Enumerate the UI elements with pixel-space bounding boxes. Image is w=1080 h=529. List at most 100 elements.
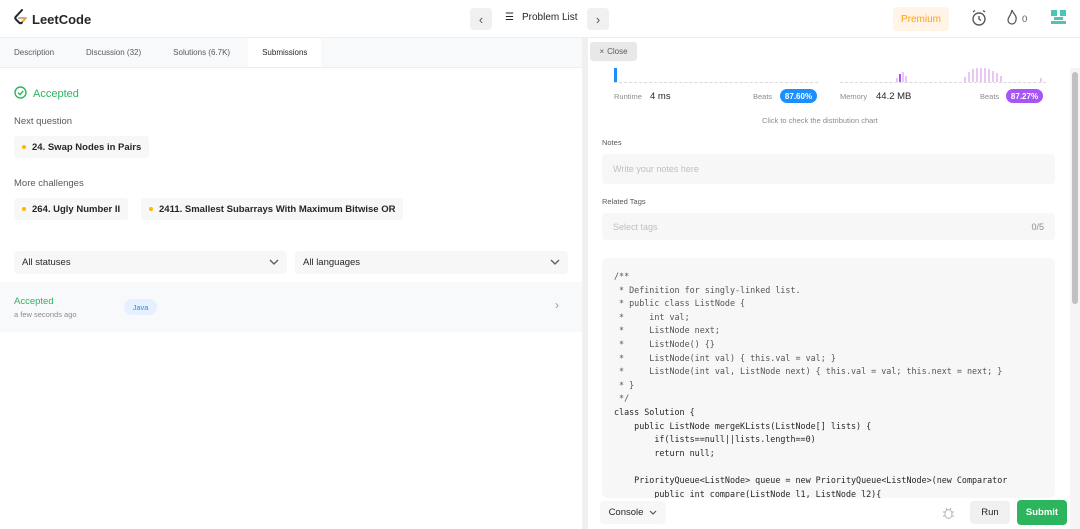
streak-count: 0 xyxy=(1022,14,1028,25)
difficulty-dot xyxy=(22,207,26,211)
memory-label: Memory xyxy=(840,92,868,101)
memory-bar xyxy=(972,69,974,82)
difficulty-dot xyxy=(149,207,153,211)
next-question-chip[interactable]: 24. Swap Nodes in Pairs xyxy=(14,136,150,158)
memory-distribution-chart[interactable] xyxy=(840,67,1046,83)
right-scrollbar[interactable] xyxy=(1070,68,1080,529)
code-line: if(lists==null||lists.length==0) xyxy=(614,434,816,445)
code-line: * } xyxy=(614,379,635,390)
next-question-title: 24. Swap Nodes in Pairs xyxy=(32,141,142,153)
memory-bar xyxy=(1040,78,1042,82)
challenge-chip[interactable]: 2411. Smallest Subarrays With Maximum Bi… xyxy=(141,198,404,220)
console-button[interactable]: Console xyxy=(600,501,666,524)
chevron-right-icon: › xyxy=(595,11,601,27)
code-line: return null; xyxy=(614,447,715,458)
code-line: * ListNode next; xyxy=(614,325,720,336)
status-filter-select[interactable]: All statuses xyxy=(14,251,287,274)
problem-list-link[interactable]: ☰ Problem List xyxy=(505,12,578,23)
premium-button[interactable]: Premium xyxy=(893,7,949,31)
memory-bar xyxy=(992,71,994,82)
tab-description[interactable]: Description xyxy=(0,38,68,67)
bug-icon[interactable] xyxy=(942,506,955,525)
submission-status: Accepted xyxy=(14,296,54,307)
close-icon: × xyxy=(599,47,605,56)
runtime-distribution-chart[interactable] xyxy=(614,67,818,83)
check-circle-icon xyxy=(14,86,27,102)
memory-value: 44.2 MB xyxy=(876,91,912,102)
memory-bar xyxy=(1000,76,1002,82)
notes-placeholder: Write your notes here xyxy=(613,164,699,174)
runtime-bar xyxy=(614,68,617,82)
challenge-chip[interactable]: 264. Ugly Number II xyxy=(14,198,129,220)
console-label: Console xyxy=(608,507,644,518)
memory-beats-badge: 87.27% xyxy=(1006,89,1043,103)
code-line: PriorityQueue<ListNode> queue = new Prio… xyxy=(614,474,1008,485)
leetcode-logo-icon xyxy=(14,9,28,30)
close-button[interactable]: × Close xyxy=(590,42,637,61)
chevron-left-icon: ‹ xyxy=(478,11,484,27)
next-question-label: Next question xyxy=(14,116,73,127)
code-line: class Solution { xyxy=(614,406,695,417)
tags-select[interactable]: Select tags 0/5 xyxy=(602,213,1055,240)
scrollbar-thumb[interactable] xyxy=(1072,72,1078,304)
code-view[interactable]: /** * Definition for singly-linked list.… xyxy=(602,258,1055,498)
memory-bar xyxy=(896,78,898,82)
memory-bar xyxy=(902,72,904,82)
memory-bar xyxy=(899,74,901,82)
challenge-title: 2411. Smallest Subarrays With Maximum Bi… xyxy=(159,203,396,215)
table-row[interactable]: Accepted a few seconds ago Java › xyxy=(0,282,582,332)
runtime-beats-badge: 87.60% xyxy=(780,89,817,103)
runtime-label: Runtime xyxy=(614,92,642,101)
tab-solutions[interactable]: Solutions (6.7K) xyxy=(159,38,244,67)
next-problem-button[interactable]: › xyxy=(587,8,609,30)
logo-text: LeetCode xyxy=(32,12,92,27)
tab-submissions[interactable]: Submissions xyxy=(248,38,322,67)
chevron-down-icon xyxy=(649,507,657,518)
language-filter-select[interactable]: All languages xyxy=(295,251,568,274)
status-filter-value: All statuses xyxy=(22,257,71,268)
code-line: /** xyxy=(614,271,630,281)
code-line: public int compare(ListNode l1, ListNode… xyxy=(614,488,882,499)
list-icon: ☰ xyxy=(505,12,514,23)
code-line: * public class ListNode { xyxy=(614,298,746,309)
challenge-title: 264. Ugly Number II xyxy=(32,203,121,215)
bottom-toolbar: Console Run Submit xyxy=(588,498,1080,529)
chevron-down-icon xyxy=(269,257,279,268)
run-button[interactable]: Run xyxy=(970,501,1010,524)
memory-bar xyxy=(905,76,907,82)
memory-bar xyxy=(976,68,978,82)
memory-bar xyxy=(996,73,998,82)
chevron-right-icon: › xyxy=(555,298,559,312)
memory-beats-label: Beats xyxy=(980,92,1000,101)
distribution-hint[interactable]: Click to check the distribution chart xyxy=(762,116,878,125)
memory-bar xyxy=(964,77,966,82)
memory-bar xyxy=(980,68,982,82)
language-filter-value: All languages xyxy=(303,257,361,268)
tags-placeholder: Select tags xyxy=(613,221,658,232)
memory-bar xyxy=(988,69,990,82)
chevron-down-icon xyxy=(550,257,560,268)
left-pane: Description Discussion (32) Solutions (6… xyxy=(0,38,582,529)
streak-counter[interactable]: 0 xyxy=(1006,9,1027,30)
code-line: * Definition for singly-linked list. xyxy=(614,284,801,295)
tab-discussion[interactable]: Discussion (32) xyxy=(72,38,155,67)
logo[interactable]: LeetCode xyxy=(14,9,91,30)
fire-icon xyxy=(1006,9,1018,30)
code-line: public ListNode mergeKLists(ListNode[] l… xyxy=(614,420,872,431)
notes-label: Notes xyxy=(602,138,622,147)
notes-input[interactable]: Write your notes here xyxy=(602,154,1055,184)
left-tabs: Description Discussion (32) Solutions (6… xyxy=(0,38,582,68)
alarm-clock-icon[interactable] xyxy=(971,9,987,32)
submit-button[interactable]: Submit xyxy=(1017,500,1067,525)
language-badge: Java xyxy=(124,299,157,315)
right-pane: × Close Runtime 4 ms Beats 87.60% Memory… xyxy=(588,38,1080,529)
prev-problem-button[interactable]: ‹ xyxy=(470,8,492,30)
top-navbar: LeetCode ‹ ☰ Problem List › Premium 0 xyxy=(0,0,1080,38)
difficulty-dot xyxy=(22,145,26,149)
code-line: */ xyxy=(614,393,630,404)
avatar[interactable] xyxy=(1050,9,1067,30)
memory-bar xyxy=(968,72,970,82)
close-label: Close xyxy=(607,47,628,56)
code-line: * int val; xyxy=(614,311,690,322)
